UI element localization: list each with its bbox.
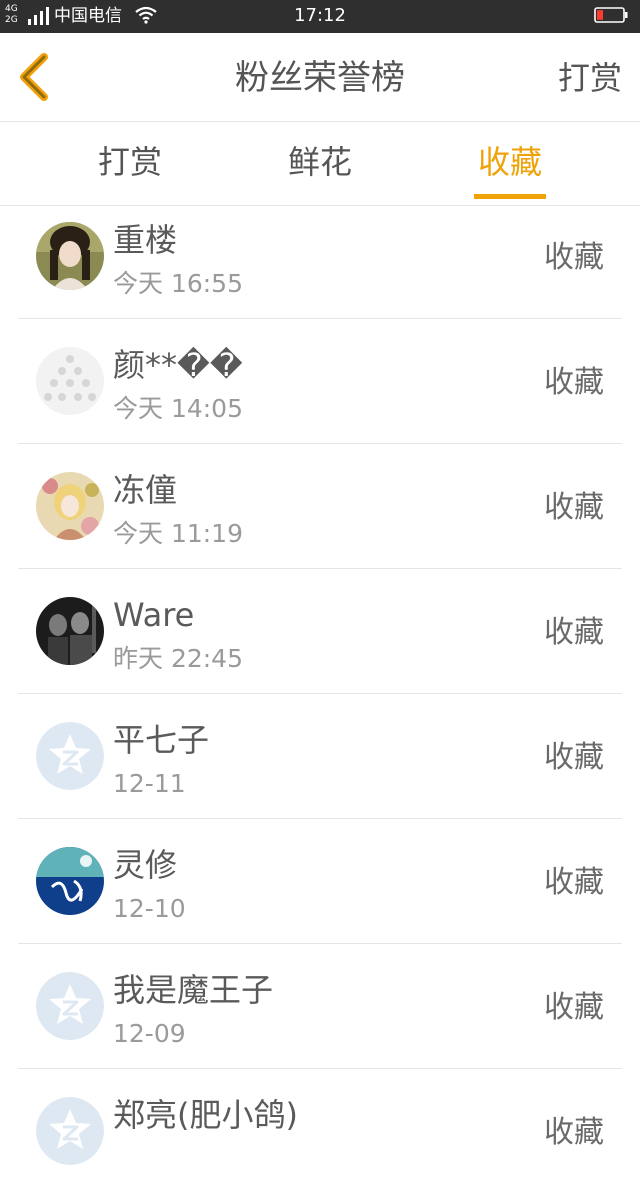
list-item[interactable]: 郑亮(肥小鸽) 收藏 bbox=[0, 1069, 640, 1194]
fan-time: 12-09 bbox=[113, 1019, 186, 1048]
faded-photo-avatar bbox=[36, 347, 104, 415]
status-bar: 4G 2G 中国电信 17:12 bbox=[0, 0, 640, 33]
tab-flowers[interactable]: 鲜花 bbox=[260, 140, 380, 184]
list-item[interactable]: 颜**�� 今天 14:05 收藏 bbox=[0, 319, 640, 444]
battery-low-icon bbox=[594, 7, 628, 23]
fan-action: 收藏 bbox=[544, 365, 604, 400]
page-title: 粉丝荣誉榜 bbox=[235, 58, 405, 98]
fan-name: 冻僮 bbox=[113, 471, 178, 509]
anime-girl-avatar bbox=[36, 472, 104, 540]
fan-action: 收藏 bbox=[544, 490, 604, 525]
default-qq-avatar bbox=[36, 722, 104, 790]
list-item[interactable]: 冻僮 今天 11:19 收藏 bbox=[0, 444, 640, 569]
list-item[interactable]: Ware 昨天 22:45 收藏 bbox=[0, 569, 640, 694]
status-time: 17:12 bbox=[294, 5, 346, 26]
fan-time: 12-11 bbox=[113, 769, 186, 798]
fan-time: 今天 16:55 bbox=[113, 269, 243, 298]
fan-name: 重楼 bbox=[113, 221, 178, 259]
default-qq-avatar bbox=[36, 1097, 104, 1165]
list-item[interactable]: 重楼 今天 16:55 收藏 bbox=[0, 206, 640, 319]
fan-name: 平七子 bbox=[113, 721, 210, 759]
fan-name: 郑亮(肥小鸽) bbox=[113, 1096, 298, 1134]
fan-name: 颜**�� bbox=[113, 346, 243, 384]
fan-action: 收藏 bbox=[544, 1115, 604, 1150]
fan-action: 收藏 bbox=[544, 740, 604, 775]
fan-action: 收藏 bbox=[544, 990, 604, 1025]
fan-name: Ware bbox=[113, 596, 195, 634]
tab-bar: 打赏 鲜花 收藏 bbox=[0, 122, 640, 206]
active-tab-indicator bbox=[474, 194, 546, 199]
girl-portrait-avatar bbox=[36, 222, 104, 290]
fan-action: 收藏 bbox=[544, 615, 604, 650]
reward-button[interactable]: 打赏 bbox=[558, 57, 622, 99]
list-item[interactable]: 我是魔王子 12-09 收藏 bbox=[0, 944, 640, 1069]
tab-favorites[interactable]: 收藏 bbox=[450, 140, 570, 184]
fan-name: 灵修 bbox=[113, 846, 178, 884]
fan-time: 12-10 bbox=[113, 894, 186, 923]
fan-name: 我是魔王子 bbox=[113, 971, 274, 1009]
list-item[interactable]: 平七子 12-11 收藏 bbox=[0, 694, 640, 819]
dark-photo-avatar bbox=[36, 597, 104, 665]
blue-calligraphy-avatar bbox=[36, 847, 104, 915]
fan-list: 重楼 今天 16:55 收藏 颜**�� 今天 14:05 收藏 冻僮 今天 1… bbox=[0, 206, 640, 1194]
default-qq-avatar bbox=[36, 972, 104, 1040]
fan-time: 昨天 22:45 bbox=[113, 644, 243, 673]
fan-time: 今天 11:19 bbox=[113, 519, 243, 548]
tab-reward[interactable]: 打赏 bbox=[70, 140, 190, 184]
nav-bar: 粉丝荣誉榜 打赏 bbox=[0, 33, 640, 122]
fan-action: 收藏 bbox=[544, 865, 604, 900]
list-item[interactable]: 灵修 12-10 收藏 bbox=[0, 819, 640, 944]
fan-action: 收藏 bbox=[544, 240, 604, 275]
fan-time: 今天 14:05 bbox=[113, 394, 243, 423]
